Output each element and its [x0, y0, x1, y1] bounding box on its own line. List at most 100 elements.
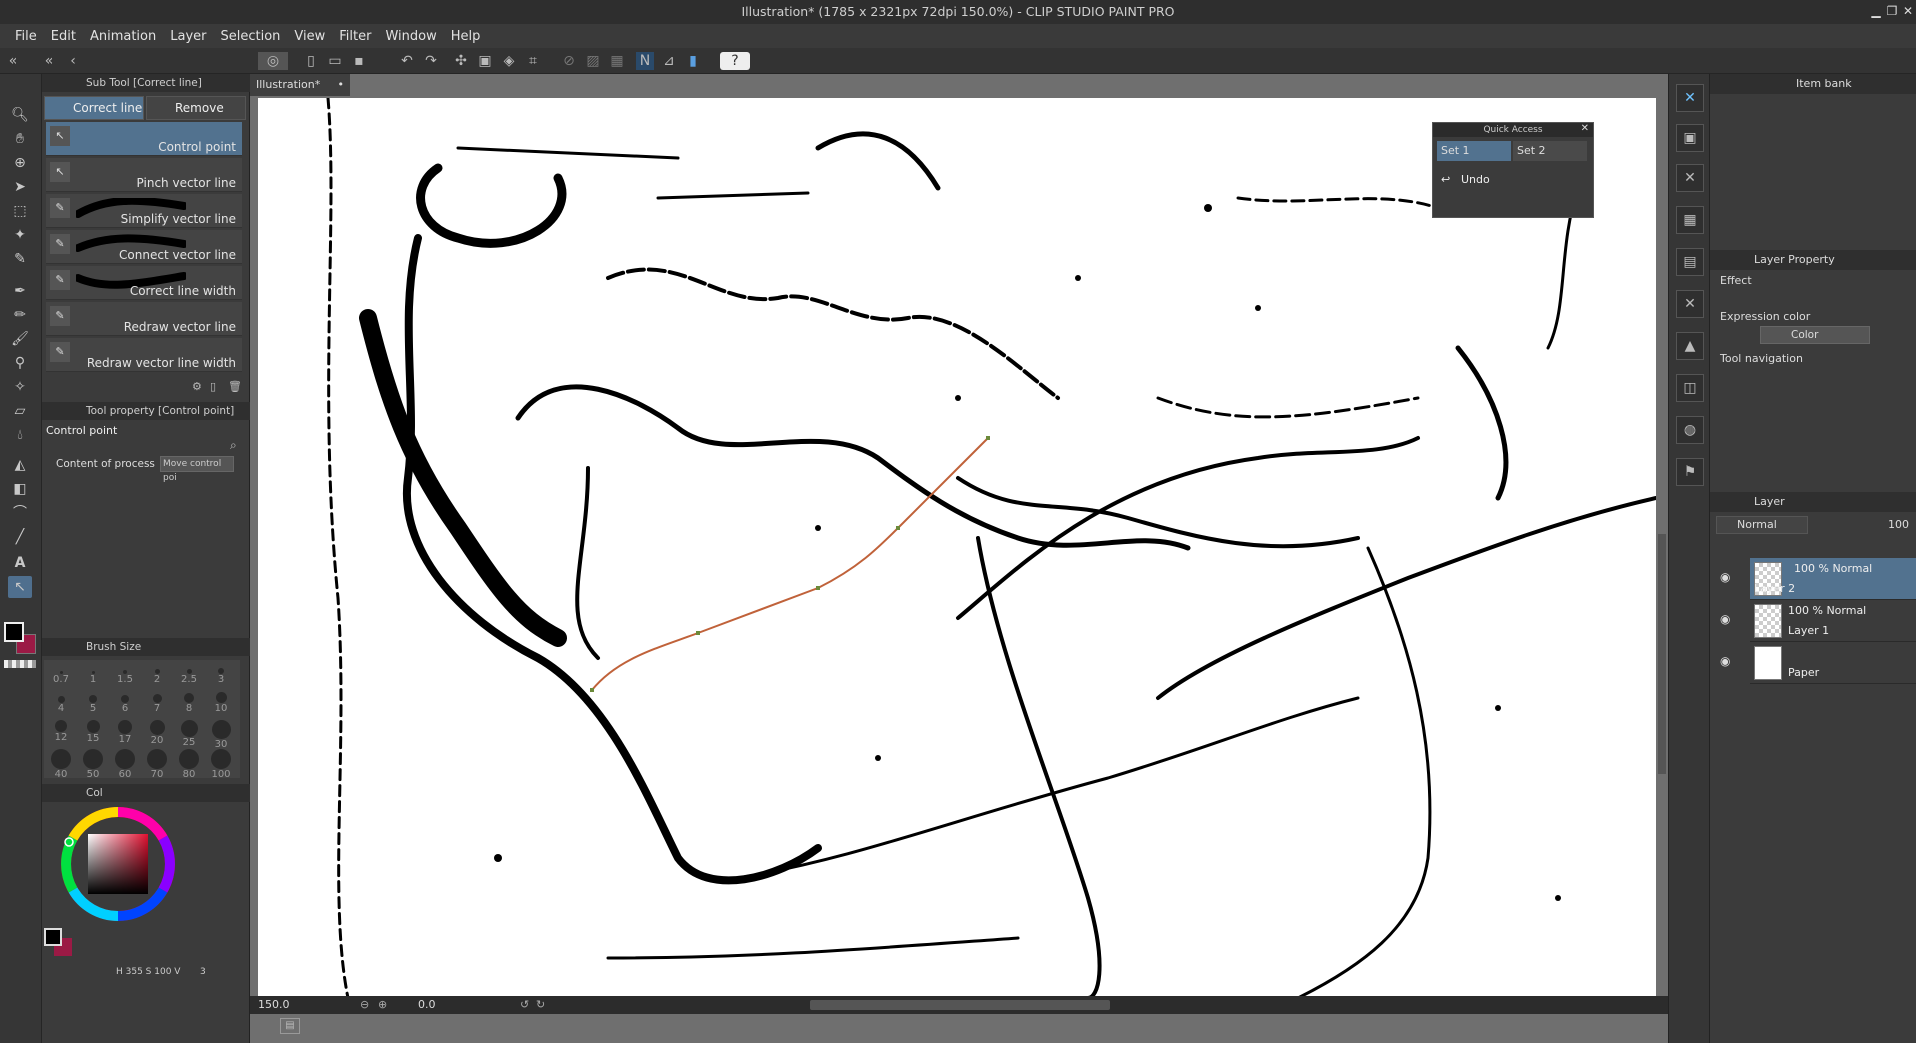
search-icon[interactable]: ⌕	[230, 438, 237, 453]
delete-subtool-icon[interactable]: 🗑︎	[228, 380, 242, 393]
subtool-control-point[interactable]: ↖ Control point	[46, 122, 242, 156]
subtool-correct-line-width[interactable]: ✎ Correct line width	[46, 266, 242, 300]
material-icon[interactable]: ▦	[1676, 206, 1704, 234]
color-wheel[interactable]	[58, 804, 178, 924]
brush-size-option[interactable]: 6	[112, 691, 138, 717]
close-icon[interactable]: ✕	[1581, 123, 1589, 134]
zoom-tool-icon[interactable]: ⊕	[8, 152, 32, 174]
chevron-left-icon[interactable]: ‹	[64, 52, 82, 70]
text-tool-icon[interactable]: A	[8, 552, 32, 574]
tab-correct-line[interactable]: Correct line	[44, 96, 144, 120]
brush-size-option[interactable]: 100	[208, 749, 234, 780]
brush-size-option[interactable]: 7	[144, 691, 170, 717]
auto-select-icon[interactable]: ✦	[8, 224, 32, 246]
expression-color-select[interactable]: Color	[1760, 326, 1870, 344]
brush-size-option[interactable]: 3	[208, 662, 234, 688]
menu-filter[interactable]: Filter	[339, 29, 371, 44]
undo-icon[interactable]: ↶	[398, 52, 416, 70]
eyedropper-icon[interactable]: ✎	[8, 248, 32, 270]
drawing-canvas[interactable]	[258, 98, 1656, 998]
info-icon[interactable]: ✕	[1676, 164, 1704, 192]
opacity-value[interactable]: 100	[1888, 518, 1909, 531]
subtool-connect-vector-line[interactable]: ✎ Connect vector line	[46, 230, 242, 264]
navigator-icon[interactable]: ✕	[1676, 84, 1704, 112]
subtool-redraw-vector-line-width[interactable]: ✎ Redraw vector line width	[46, 338, 242, 372]
collapse-left-icon[interactable]: «	[40, 52, 58, 70]
item-bank-icon[interactable]: ⚑	[1676, 458, 1704, 486]
brush-size-option[interactable]: 25	[176, 720, 202, 748]
snap-special-ruler-icon[interactable]: ⊿	[660, 52, 678, 70]
brush-size-option[interactable]: 5	[80, 691, 106, 717]
layer-search-icon[interactable]: ▤	[1676, 248, 1704, 276]
content-of-process-select[interactable]: Move control poi	[160, 456, 234, 483]
zoom-in-icon[interactable]: ⊕	[378, 996, 387, 1014]
clear-icon[interactable]: ⊘	[560, 52, 578, 70]
main-color-swatch[interactable]	[44, 928, 62, 946]
snap-ruler-icon[interactable]: N	[636, 52, 654, 70]
brush-size-option[interactable]: 2	[144, 662, 170, 688]
collapse-left-icon[interactable]: «	[4, 52, 22, 70]
brush-size-option[interactable]: 2.5	[176, 662, 202, 688]
brush-size-option[interactable]: 20	[144, 720, 170, 746]
subtool-redraw-vector-line[interactable]: ✎ Redraw vector line	[46, 302, 242, 336]
main-color-swatch[interactable]	[4, 622, 24, 642]
operation-tool-icon[interactable]: ➤	[8, 176, 32, 198]
subtool-simplify-vector-line[interactable]: ✎ Simplify vector line	[46, 194, 242, 228]
zoom-tool-icon[interactable]: 🔍︎	[8, 104, 32, 126]
close-icon[interactable]: ✕	[1900, 3, 1916, 19]
image-material-icon[interactable]: ▲	[1676, 332, 1704, 360]
menu-layer[interactable]: Layer	[170, 29, 206, 44]
minimize-icon[interactable]: ▁	[1868, 3, 1884, 19]
transparent-color-swatch[interactable]	[4, 660, 36, 668]
figure-tool-icon[interactable]: ╱	[8, 526, 32, 548]
tab-remove-dust[interactable]: Remove dust	[146, 96, 246, 137]
frame-tool-icon[interactable]: ⌒	[8, 502, 32, 524]
brush-size-option[interactable]: 10	[208, 691, 234, 717]
zoom-value[interactable]: 150.0	[258, 996, 290, 1014]
tab-set-2[interactable]: Set 2	[1513, 141, 1587, 161]
new-subtool-icon[interactable]: ▯	[210, 380, 216, 393]
subtool-pinch-vector-line[interactable]: ↖ Pinch vector line	[46, 158, 242, 192]
eye-icon[interactable]: ◉	[1720, 570, 1730, 584]
brush-size-option[interactable]: 4	[48, 691, 74, 717]
invert-selection-icon[interactable]: ◈	[500, 52, 518, 70]
brush-size-option[interactable]: 1.5	[112, 662, 138, 688]
transform-icon[interactable]: ✣	[452, 52, 470, 70]
animation-cels-icon[interactable]: ✕	[1676, 290, 1704, 318]
clip-studio-icon[interactable]: ◎	[258, 52, 288, 70]
fill-tool-icon[interactable]: ◭	[8, 454, 32, 476]
brush-size-option[interactable]: 8	[176, 691, 202, 717]
layer-row[interactable]: 100 % Normal Layer 2	[1750, 558, 1916, 600]
menu-selection[interactable]: Selection	[220, 29, 280, 44]
tab-illustration[interactable]: Illustration* •	[250, 74, 350, 96]
subtool-settings-icon[interactable]: ⚙	[192, 380, 202, 393]
menu-window[interactable]: Window	[385, 29, 436, 44]
horizontal-scrollbar[interactable]	[810, 1000, 1110, 1010]
brush-size-option[interactable]: 17	[112, 720, 138, 746]
rotation-value[interactable]: 0.0	[418, 996, 436, 1014]
help-icon[interactable]: ?	[720, 52, 750, 70]
save-icon[interactable]: ▪	[350, 52, 368, 70]
pencil-tool-icon[interactable]: ✏	[8, 304, 32, 326]
brush-size-option[interactable]: 60	[112, 749, 138, 780]
redo-icon[interactable]: ↷	[422, 52, 440, 70]
rotate-right-icon[interactable]: ↻	[536, 996, 545, 1014]
close-tab-icon[interactable]: •	[338, 74, 345, 96]
decoration-tool-icon[interactable]: ✧	[8, 376, 32, 398]
airbrush-tool-icon[interactable]: ⚲	[8, 352, 32, 374]
navigator-toggle-icon[interactable]: ▤	[280, 1018, 300, 1034]
hand-tool-icon[interactable]: ✋︎	[8, 128, 32, 150]
blend-tool-icon[interactable]: 💧︎	[8, 424, 32, 446]
brush-size-option[interactable]: 0.7	[48, 662, 74, 688]
selection-tool-icon[interactable]: ⬚	[8, 200, 32, 222]
correct-line-tool-icon[interactable]: ↖	[8, 576, 32, 598]
brush-size-option[interactable]: 80	[176, 749, 202, 780]
snap-grid-icon[interactable]: ▮	[684, 52, 702, 70]
eye-icon[interactable]: ◉	[1720, 654, 1730, 668]
auto-actions-icon[interactable]: ◍	[1676, 416, 1704, 444]
brush-size-option[interactable]: 1	[80, 662, 106, 688]
eye-icon[interactable]: ◉	[1720, 612, 1730, 626]
fill-icon[interactable]: ▨	[584, 52, 602, 70]
zoom-out-icon[interactable]: ⊖	[360, 996, 369, 1014]
vertical-scrollbar[interactable]	[1658, 534, 1666, 774]
